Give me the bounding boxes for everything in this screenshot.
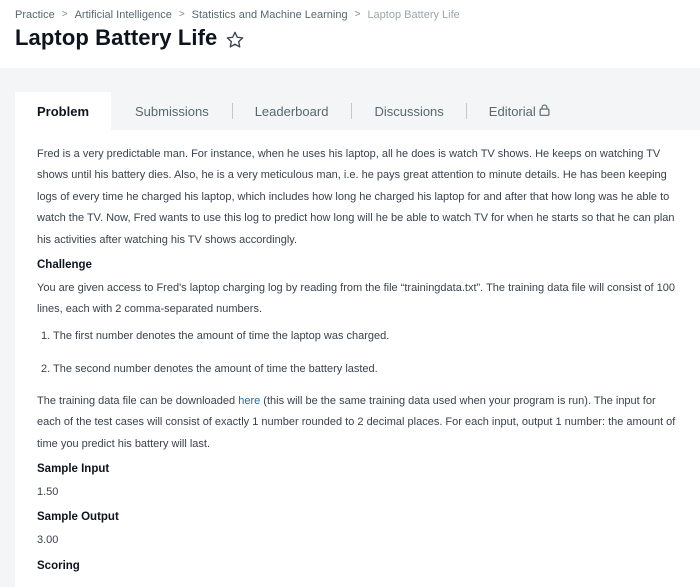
sample-output-value: 3.00 [37,534,59,547]
star-outline-icon[interactable] [225,30,245,50]
scoring-heading: Scoring [37,559,80,572]
breadcrumb-separator: > [354,9,361,20]
title-row: Laptop Battery Life [15,25,685,51]
challenge-list: 1. The first number denotes the amount o… [41,325,678,380]
list-item: 1. The first number denotes the amount o… [41,329,390,342]
challenge-paragraph: You are given access to Fred's laptop ch… [37,282,676,316]
tab-discussions[interactable]: Discussions [352,92,465,130]
breadcrumb-separator: > [61,9,68,20]
breadcrumb-statistics-ml[interactable]: Statistics and Machine Learning [192,9,348,21]
download-paragraph: The training data file can be downloaded… [37,391,678,455]
tab-editorial[interactable]: Editorial [467,92,550,130]
problem-tabs: Problem Submissions Leaderboard Discussi… [15,92,700,130]
breadcrumb-practice[interactable]: Practice [15,9,55,21]
breadcrumb: Practice > Artificial Intelligence > Sta… [15,8,685,21]
tab-problem[interactable]: Problem [15,92,111,130]
sample-input-heading: Sample Input [37,463,110,476]
page-title: Laptop Battery Life [15,25,218,50]
download-text-pre: The training data file can be downloaded [37,394,239,407]
breadcrumb-artificial-intelligence[interactable]: Artificial Intelligence [75,9,172,21]
breadcrumb-current: Laptop Battery Life [367,8,460,21]
challenge-heading: Challenge [37,259,92,272]
list-item: 2. The second number denotes the amount … [41,362,378,375]
sample-output-heading: Sample Output [37,511,119,524]
intro-paragraph: Fred is a very predictable man. For inst… [37,148,675,246]
tab-submissions[interactable]: Submissions [111,92,232,130]
lock-icon [539,104,550,116]
problem-statement: Fred is a very predictable man. For inst… [15,130,700,587]
breadcrumb-separator: > [178,9,185,20]
tab-leaderboard[interactable]: Leaderboard [233,92,352,130]
download-link[interactable]: here [238,395,260,407]
tab-editorial-label: Editorial [488,103,536,119]
page-header: Practice > Artificial Intelligence > Sta… [0,0,700,68]
sample-input-value: 1.50 [37,486,59,499]
